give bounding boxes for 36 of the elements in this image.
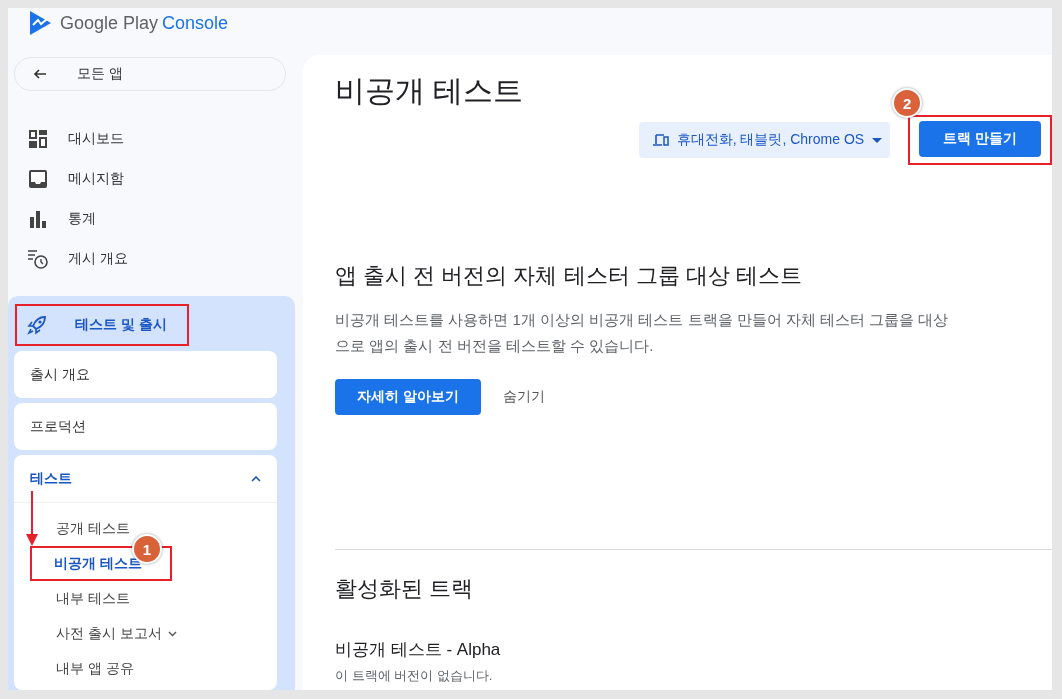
nav-item[interactable]: 통계 [8, 199, 295, 239]
nav-item[interactable]: 대시보드 [8, 119, 295, 159]
brand-name: Google Play [60, 12, 159, 34]
learn-more-button[interactable]: 자세히 알아보기 [335, 379, 481, 415]
menu-item[interactable]: 프로덕션 [14, 403, 277, 450]
section-heading: 활성화된 트랙 [335, 575, 475, 603]
menu-item[interactable]: 출시 개요 [14, 351, 277, 398]
page-title: 비공개 테스트 [335, 73, 524, 109]
create-track-button[interactable]: 트랙 만들기 [919, 121, 1041, 157]
inbox-icon [28, 170, 48, 188]
submenu-item[interactable]: 내부 테스트 [54, 581, 136, 616]
track-name[interactable]: 비공개 테스트 - Alpha [335, 638, 1052, 661]
step-marker: 2 [892, 88, 923, 118]
rocket-icon [27, 315, 47, 335]
nav-item[interactable]: 메시지함 [8, 159, 295, 199]
section-heading: 앱 출시 전 버전의 자체 테스터 그룹 대상 테스트 [335, 262, 803, 290]
track-status: 이 트랙에 버전이 없습니다. [335, 667, 494, 685]
annotation-arrow [26, 491, 38, 546]
all-apps-button[interactable]: 모든 앱 [14, 57, 286, 91]
hide-button[interactable]: 숨기기 [490, 379, 557, 415]
brand-product: Console [162, 12, 229, 34]
intro-text: 비공개 테스트를 사용하면 1개 이상의 비공개 테스트 트랙을 만들어 자체 테스터 그룹을 대상으로 앱의 출시 전 버전을 테스트할 수 있습니다. [335, 310, 950, 356]
submenu-item[interactable]: 사전 출시 보고서 [54, 616, 183, 651]
dashboard-icon [28, 130, 48, 148]
device-filter-dropdown[interactable]: 휴대전화, 태블릿, Chrome OS [638, 122, 891, 158]
nav-item[interactable]: 게시 개요 [8, 239, 295, 279]
release-section-item[interactable]: 테스트 및 출시 [15, 304, 189, 346]
dropdown-caret-icon [872, 137, 883, 143]
chevron-up-icon [251, 475, 261, 482]
bar-chart-icon [28, 210, 48, 228]
devices-icon [652, 134, 669, 146]
back-arrow-icon [33, 69, 47, 79]
menu-item[interactable]: 테스트 [14, 455, 277, 503]
list-clock-icon [28, 249, 48, 269]
submenu-item[interactable]: 내부 앱 공유 [54, 651, 140, 686]
chevron-down-icon [167, 630, 177, 637]
